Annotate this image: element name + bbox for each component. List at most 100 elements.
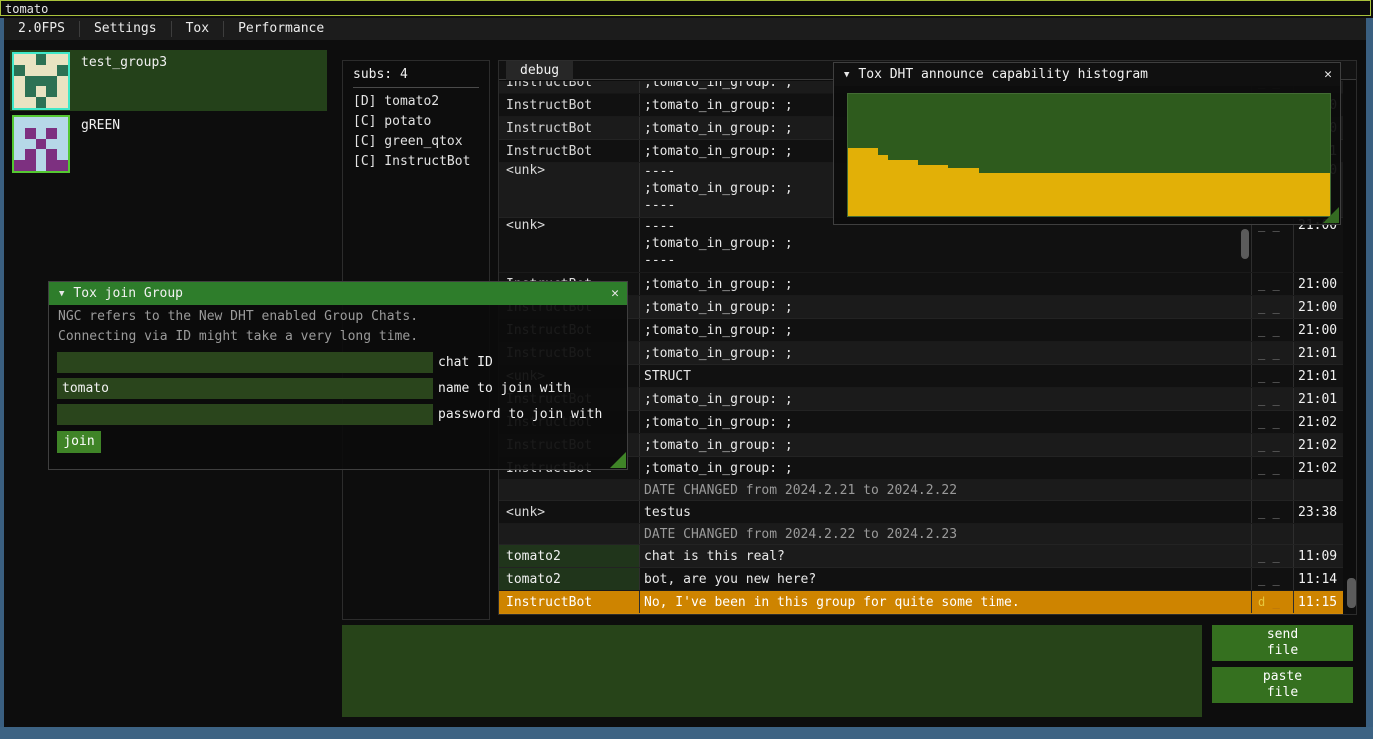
avatar-pixel (36, 128, 47, 139)
collapse-icon[interactable]: ▼ (59, 289, 64, 299)
window-border-left (0, 18, 4, 727)
avatar-pixel (57, 149, 68, 160)
sender-name: <unk> (499, 163, 640, 217)
chat-inner-scrollbar[interactable] (1241, 229, 1249, 259)
avatar-pixel (46, 54, 57, 65)
avatar-pixel (57, 139, 68, 150)
histogram-bin (999, 173, 1009, 216)
message-time: 21:00 (1293, 296, 1343, 318)
message-row[interactable]: <unk>testus_ _23:38 (499, 501, 1343, 524)
histogram-bin (918, 165, 928, 216)
message-time: 11:09 (1293, 545, 1343, 567)
tab-debug[interactable]: debug (506, 61, 573, 80)
message-row[interactable]: tomato2chat is this real?_ _11:09 (499, 545, 1343, 568)
receipt-flags: _ _ (1251, 457, 1293, 479)
histogram-bin (1139, 173, 1149, 216)
menu-item-settings[interactable]: Settings (80, 18, 171, 40)
system-row: DATE CHANGED from 2024.2.22 to 2024.2.23 (499, 524, 1343, 545)
histogram-bin (1079, 173, 1089, 216)
resize-grip[interactable] (1323, 207, 1339, 223)
close-icon[interactable]: ✕ (611, 286, 619, 301)
avatar-pixel (14, 160, 25, 171)
histogram-bin (1109, 173, 1119, 216)
menu-item-performance[interactable]: Performance (224, 18, 338, 40)
app-window: tomato 2.0FPSSettingsToxPerformance test… (0, 0, 1373, 739)
message-row[interactable]: InstructBotNo, I've been in this group f… (499, 591, 1343, 614)
avatar-pixel (57, 76, 68, 87)
message-time: 21:00 (1293, 218, 1343, 272)
close-icon[interactable]: ✕ (1324, 67, 1332, 82)
histogram-bin (908, 160, 918, 216)
histogram-bin (1009, 173, 1019, 216)
join-window-titlebar[interactable]: ▼ Tox join Group ✕ (49, 282, 627, 305)
avatar-pixel (46, 65, 57, 76)
resize-grip[interactable] (610, 452, 626, 468)
message-row[interactable]: tomato2bot, are you new here?_ _11:14 (499, 568, 1343, 591)
histogram-bin (969, 168, 979, 216)
subs-member-list: [D] tomato2[C] potato[C] green_qtox[C] I… (343, 92, 489, 172)
message-time (1293, 524, 1343, 544)
message-text: ;tomato_in_group: ; (640, 457, 1251, 479)
window-border-right (1366, 18, 1373, 727)
receipt-flags: _ _ (1251, 545, 1293, 567)
avatar-pixel (25, 97, 36, 108)
histogram-bin (1310, 173, 1320, 216)
subs-member[interactable]: [C] potato (343, 112, 489, 132)
sender-name: InstructBot (499, 117, 640, 139)
subs-member[interactable]: [C] green_qtox (343, 132, 489, 152)
delivered-flag: d (1258, 595, 1265, 609)
collapse-icon[interactable]: ▼ (844, 70, 849, 80)
button-paste-file[interactable]: pastefile (1212, 667, 1353, 703)
message-line: ;tomato_in_group: ; (644, 457, 1251, 479)
group-row-gREEN[interactable]: gREEN (10, 113, 327, 174)
sender-name: tomato2 (499, 545, 640, 567)
histogram-bin (1129, 173, 1139, 216)
message-input[interactable] (342, 625, 1202, 717)
histogram-bin (1149, 173, 1159, 216)
message-text: ;tomato_in_group: ; (640, 411, 1251, 433)
histogram-bin (989, 173, 999, 216)
join-field-label: chat ID (438, 352, 493, 373)
subs-member[interactable]: [C] InstructBot (343, 152, 489, 172)
join-field-password-to-join-with[interactable] (57, 404, 433, 425)
message-text: STRUCT (640, 365, 1251, 387)
histogram-bin (1260, 173, 1270, 216)
message-line: No, I've been in this group for quite so… (644, 591, 1251, 613)
histogram-bin (938, 165, 948, 216)
menu-item-tox[interactable]: Tox (172, 18, 223, 40)
avatar-pixel (57, 128, 68, 139)
subs-member[interactable]: [D] tomato2 (343, 92, 489, 112)
message-time: 21:01 (1293, 365, 1343, 387)
avatar-pixel (14, 86, 25, 97)
histogram-window-titlebar[interactable]: ▼ Tox DHT announce capability histogram … (834, 63, 1340, 86)
histogram-bin (1290, 173, 1300, 216)
message-line: STRUCT (644, 365, 1251, 387)
message-row[interactable]: <unk>----;tomato_in_group: ;----_ _21:00 (499, 218, 1343, 273)
avatar-pixel (14, 97, 25, 108)
receipt-flags: _ _ (1251, 296, 1293, 318)
histogram-bin (959, 168, 969, 216)
receipt-flags: _ _ (1251, 568, 1293, 590)
button-send-file[interactable]: sendfile (1212, 625, 1353, 661)
chat-scrollbar[interactable] (1347, 578, 1356, 608)
histogram-bin (1250, 173, 1260, 216)
message-line: ;tomato_in_group: ; (644, 342, 1251, 364)
message-text: ;tomato_in_group: ; (640, 388, 1251, 410)
message-text: testus (640, 501, 1251, 523)
group-row-test_group3[interactable]: test_group3 (10, 50, 327, 111)
system-row: DATE CHANGED from 2024.2.21 to 2024.2.22 (499, 480, 1343, 501)
join-field-chat-ID[interactable] (57, 352, 433, 373)
histogram-bin (1029, 173, 1039, 216)
join-field-name-to-join-with[interactable]: tomato (57, 378, 433, 399)
avatar-pixel (46, 76, 57, 87)
join-button[interactable]: join (57, 431, 101, 453)
avatar-pixel (57, 160, 68, 171)
avatar-pixel (25, 117, 36, 128)
join-group-window: ▼ Tox join Group ✕ NGC refers to the New… (48, 281, 628, 470)
window-titlebar[interactable]: tomato (0, 0, 1371, 16)
message-line: ;tomato_in_group: ; (644, 319, 1251, 341)
message-time: 23:38 (1293, 501, 1343, 523)
avatar-pixel (36, 149, 47, 160)
message-line: ;tomato_in_group: ; (644, 411, 1251, 433)
message-line: ---- (644, 252, 1251, 269)
